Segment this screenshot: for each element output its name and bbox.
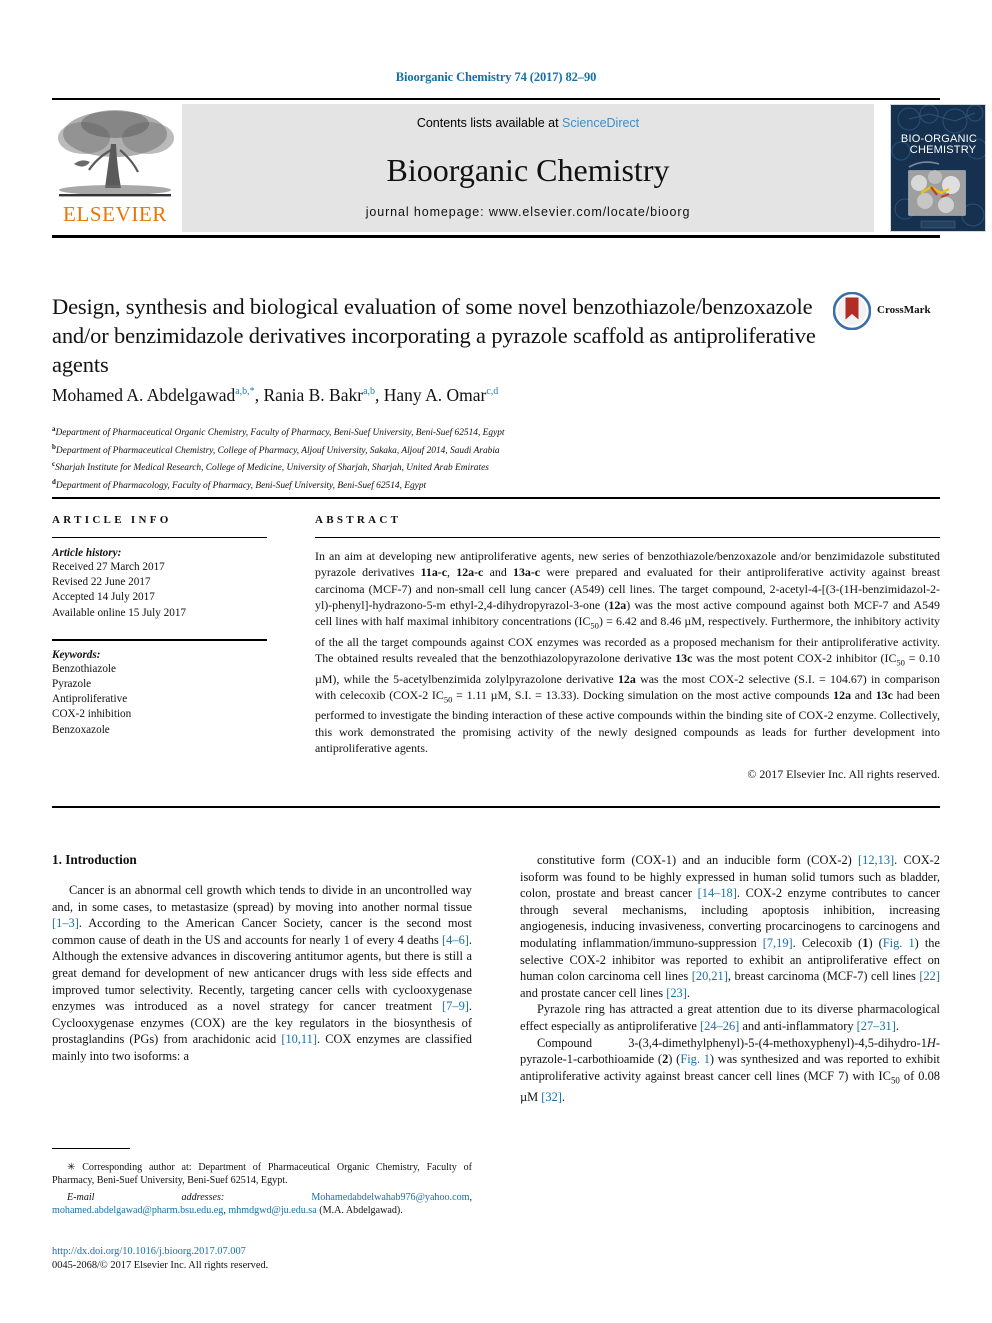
paragraph: Compound 3-(3,4-dimethylphenyl)-5-(4-met… (520, 1035, 940, 1104)
affiliation-item: bDepartment of Pharmaceutical Chemistry,… (52, 442, 500, 456)
footnote-block: ✳ Corresponding author at: Department of… (52, 1158, 472, 1217)
body-right-column: constitutive form (COX-1) and an inducib… (520, 852, 940, 1105)
body-left-column: 1. Introduction Cancer is an abnormal ce… (52, 852, 472, 1065)
article-info-divider (52, 537, 267, 538)
crossmark-badge-group[interactable]: CrossMark (833, 292, 939, 332)
affiliation-item: cSharjah Institute for Medical Research,… (52, 460, 489, 474)
journal-title: Bioorganic Chemistry (386, 152, 670, 188)
article-info-heading: ARTICLE INFO (52, 514, 172, 526)
paragraph: constitutive form (COX-1) and an inducib… (520, 853, 940, 1000)
svg-text:CHEMISTRY: CHEMISTRY (910, 144, 977, 156)
paragraph: Cancer is an abnormal cell growth which … (52, 883, 472, 1063)
author-affiliation-marks: a,b (363, 386, 376, 398)
abstract-top-rule (52, 497, 940, 499)
journal-homepage[interactable]: journal homepage: www.elsevier.com/locat… (182, 205, 874, 219)
contents-prefix: Contents lists available at (416, 116, 563, 130)
paragraph: Pyrazole ring has attracted a great atte… (520, 1002, 940, 1033)
section-heading-introduction: 1. Introduction (52, 852, 137, 867)
keyword-lines: Benzothiazole Pyrazole Antiproliferative CO… (52, 662, 267, 738)
issn-copyright-line: 0045-2068/© 2017 Elsevier Inc. All right… (52, 1260, 269, 1271)
journal-band: Contents lists available at ScienceDirec… (182, 104, 874, 232)
abstract-bottom-rule (52, 806, 940, 808)
author-name: Hany A. Omar (383, 385, 487, 405)
corresponding-author-note: ✳ Corresponding author at: Department of… (52, 1162, 472, 1187)
doi-link[interactable]: http://dx.doi.org/10.1016/j.bioorg.2017.… (52, 1245, 472, 1259)
footnote-rule (52, 1148, 130, 1149)
author-affiliation-marks: c,d (486, 386, 499, 398)
left-column-paragraphs: Cancer is an abnormal cell growth which … (52, 882, 472, 1065)
title-block: Design, synthesis and biological evaluat… (52, 292, 822, 379)
journal-masthead: ELSEVIER Contents lists available at Sci… (52, 98, 986, 238)
article-history-item: Revised 22 June 2017 (52, 576, 151, 589)
crossmark-label: CrossMark (877, 304, 931, 316)
article-history-item: Accepted 14 July 2017 (52, 591, 155, 604)
crossmark-icon[interactable] (833, 292, 871, 330)
article-history-label: Article history: (52, 547, 122, 559)
right-column-paragraphs: constitutive form (COX-1) and an inducib… (520, 852, 940, 1105)
article-history-item: Received 27 March 2017 (52, 561, 165, 573)
journal-cover-thumbnail: BIO-ORGANIC CHEMISTRY (890, 104, 986, 232)
affiliation-item: dDepartment of Pharmacology, Faculty of … (52, 477, 427, 491)
keywords-divider (52, 638, 267, 641)
author-name: Mohamed A. Abdelgawad (52, 385, 236, 405)
page-title: Design, synthesis and biological evaluat… (52, 294, 816, 377)
author-list: Mohamed A. Abdelgawada,b,*, Rania B. Bak… (52, 385, 499, 405)
abstract-divider (315, 537, 940, 538)
abstract-body: In an aim at developing new antiprolifer… (315, 549, 941, 755)
article-history-item: Available online 15 July 2017 (52, 606, 187, 619)
author-affiliation-marks: a,b,* (235, 386, 255, 398)
journal-cover-art: BIO-ORGANIC CHEMISTRY (891, 105, 985, 231)
contents-line: Contents lists available at ScienceDirec… (182, 116, 874, 130)
affiliation-list: aDepartment of Pharmaceutical Organic Ch… (52, 423, 902, 494)
keyword-item: COX-2 inhibition (52, 708, 132, 721)
paper-page: Bioorganic Chemistry 74 (2017) 82–90 ELS… (0, 0, 992, 1323)
sciencedirect-link[interactable]: ScienceDirect (562, 116, 639, 130)
elsevier-logo: ELSEVIER (52, 104, 178, 232)
affiliation-item: aDepartment of Pharmaceutical Organic Ch… (52, 425, 505, 439)
masthead-bottom-rule (52, 235, 940, 238)
email-addresses-note: E-mail addresses: Mohamedabdelwahab976@y… (52, 1191, 472, 1216)
keyword-item: Antiproliferative (52, 693, 128, 706)
running-head: Bioorganic Chemistry 74 (2017) 82–90 (395, 70, 597, 84)
doi-block: http://dx.doi.org/10.1016/j.bioorg.2017.… (52, 1245, 472, 1273)
abstract-copyright: © 2017 Elsevier Inc. All rights reserved… (747, 767, 940, 782)
keyword-item: Benzothiazole (52, 662, 116, 675)
elsevier-tree-icon (58, 110, 174, 197)
article-history-lines: Received 27 March 2017 Revised 22 June 20… (52, 560, 267, 621)
keyword-item: Pyrazole (52, 678, 92, 691)
masthead-top-rule (52, 98, 940, 100)
author-name: Rania B. Bakr (263, 385, 364, 405)
elsevier-wordmark: ELSEVIER (63, 202, 167, 226)
article-info-column: ARTICLE INFO Article history: Received 2… (52, 514, 267, 738)
keywords-label: Keywords: (52, 648, 101, 661)
abstract-heading: ABSTRACT (315, 514, 402, 526)
abstract-column: ABSTRACT In an aim at developing new ant… (315, 514, 940, 782)
keyword-item: Benzoxazole (52, 723, 110, 736)
